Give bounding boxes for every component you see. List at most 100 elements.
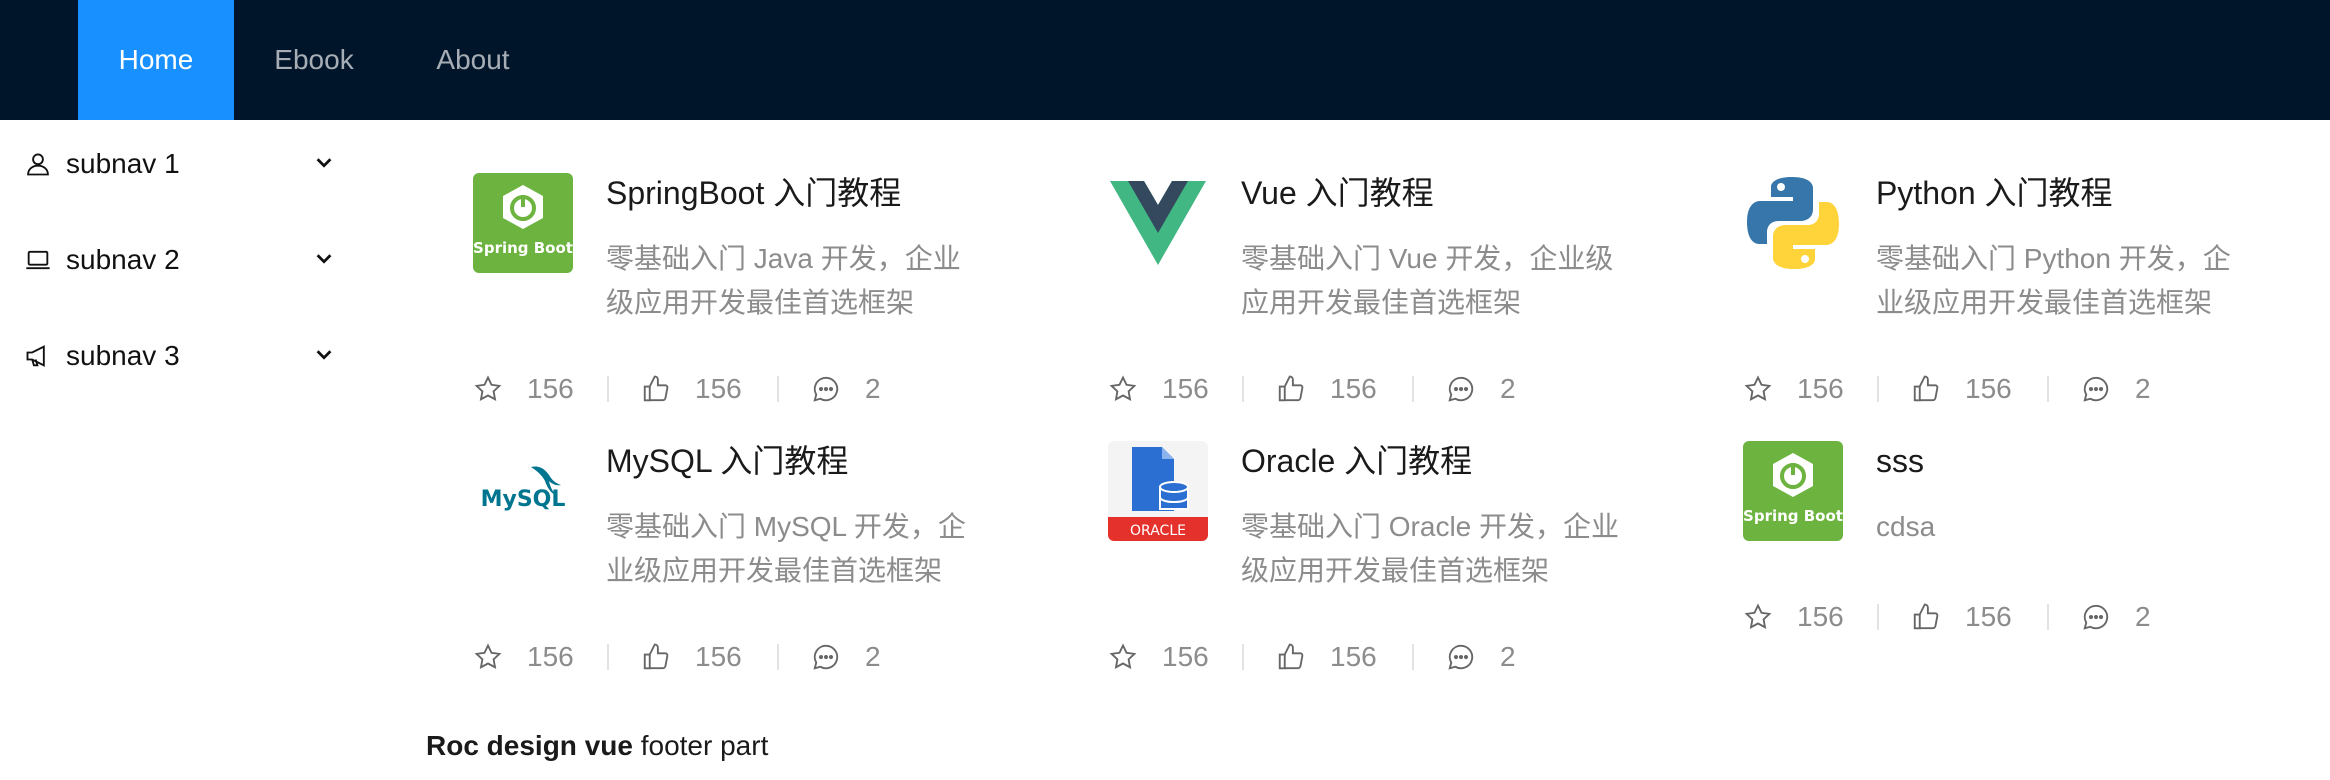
comment-count: 2 [865,373,881,404]
ebook-description: 零基础入门 Vue 开发，企业级应用开发最佳首选框架 [1241,243,1614,318]
svg-text:Spring Boot: Spring Boot [473,239,573,257]
star-icon [474,643,502,669]
springboot-logo: Spring Boot [473,173,573,273]
ebook-actions: 156 156 2 [1108,637,1516,677]
star-action[interactable]: 156 [1743,597,1877,637]
like-count: 156 [1965,373,2012,404]
ebook-list-item[interactable]: Spring Boot SpringBoot 入门教程 零基础入门 Java 开… [473,173,1093,423]
ebook-title[interactable]: MySQL 入门教程 [606,441,848,481]
footer-brand: Roc design vue [426,730,633,761]
star-count: 156 [1797,373,1844,404]
comment-action[interactable]: 2 [2049,369,2151,409]
comment-action[interactable]: 2 [1414,637,1516,677]
star-action[interactable]: 156 [473,369,607,409]
star-icon [1744,603,1772,629]
comment-count: 2 [2135,373,2151,404]
ebook-list-item[interactable]: MySQL MySQL 入门教程 零基础入门 MySQL 开发，企业级应用开发最… [473,441,1093,691]
sidebar-subnav-3[interactable]: subnav 3 [24,328,354,384]
sidebar-subnav-label: subnav 3 [66,340,180,371]
star-action[interactable]: 156 [1108,369,1242,409]
sidebar-subnav-label: subnav 1 [66,148,180,179]
star-icon [1109,643,1137,669]
like-count: 156 [1330,641,1377,672]
like-action[interactable]: 156 [609,637,777,677]
footer: Roc design vue footer part [426,730,768,762]
like-count: 156 [695,373,742,404]
chevron-down-icon [310,340,338,368]
star-icon [474,375,502,401]
message-icon [2083,376,2109,402]
star-count: 156 [1797,601,1844,632]
ebook-description: 零基础入门 Oracle 开发，企业级应用开发最佳首选框架 [1241,511,1620,586]
notification-icon [24,340,56,372]
star-count: 156 [527,641,574,672]
python-logo [1743,173,1843,273]
like-icon [1913,375,1939,402]
chevron-down-icon [310,244,338,272]
user-icon [24,148,56,180]
like-icon [1278,375,1304,402]
star-icon [1744,375,1772,401]
star-count: 156 [527,373,574,404]
comment-action[interactable]: 2 [2049,597,2151,637]
ebook-title[interactable]: Vue 入门教程 [1241,173,1434,213]
star-icon [1109,375,1137,401]
ebook-list-item[interactable]: Spring Boot sss cdsa 156 156 2 [1743,441,2330,651]
sidebar-subnav-label: subnav 2 [66,244,180,275]
like-count: 156 [695,641,742,672]
comment-count: 2 [1500,373,1516,404]
ebook-list-item[interactable]: ORACLE Oracle 入门教程 零基础入门 Oracle 开发，企业级应用… [1108,441,1728,691]
comment-count: 2 [2135,601,2151,632]
comment-action[interactable]: 2 [779,369,881,409]
svg-text:Spring Boot: Spring Boot [1743,507,1843,525]
mysql-logo: MySQL [473,441,573,541]
ebook-title[interactable]: sss [1876,441,1924,481]
sidebar-subnav-1[interactable]: subnav 1 [24,136,354,192]
ebook-actions: 156 156 2 [1743,597,2151,637]
ebook-actions: 156 156 2 [1108,369,1516,409]
footer-text: footer part [632,730,769,761]
sidebar: subnav 1 subnav 2 subnav 3 [0,120,370,780]
ebook-description: 零基础入门 Python 开发，企业级应用开发最佳首选框架 [1876,243,2231,318]
star-action[interactable]: 156 [1108,637,1242,677]
like-action[interactable]: 156 [1244,637,1412,677]
like-action[interactable]: 156 [1244,369,1412,409]
comment-count: 2 [865,641,881,672]
like-icon [643,643,669,670]
ebook-title[interactable]: SpringBoot 入门教程 [606,173,901,213]
star-count: 156 [1162,373,1209,404]
like-action[interactable]: 156 [1879,597,2047,637]
ebook-list-item[interactable]: Vue 入门教程 零基础入门 Vue 开发，企业级应用开发最佳首选框架 156 … [1108,173,1728,423]
sidebar-subnav-2[interactable]: subnav 2 [24,232,354,288]
like-icon [1913,603,1939,630]
star-count: 156 [1162,641,1209,672]
svg-text:MySQL: MySQL [481,487,566,512]
star-action[interactable]: 156 [473,637,607,677]
comment-action[interactable]: 2 [1414,369,1516,409]
message-icon [2083,604,2109,630]
like-icon [643,375,669,402]
nav-item-ebook[interactable]: Ebook [234,0,394,120]
message-icon [813,376,839,402]
comment-action[interactable]: 2 [779,637,881,677]
ebook-actions: 156 156 2 [1743,369,2151,409]
svg-text:ORACLE: ORACLE [1130,523,1186,539]
ebook-title[interactable]: Python 入门教程 [1876,173,2113,213]
chevron-down-icon [310,148,338,176]
nav-item-home[interactable]: Home [78,0,234,120]
like-action[interactable]: 156 [609,369,777,409]
star-action[interactable]: 156 [1743,369,1877,409]
nav-item-about[interactable]: About [394,0,552,120]
ebook-description: cdsa [1876,511,1936,542]
message-icon [1448,376,1474,402]
like-action[interactable]: 156 [1879,369,2047,409]
ebook-list-item[interactable]: Python 入门教程 零基础入门 Python 开发，企业级应用开发最佳首选框… [1743,173,2330,423]
ebook-title[interactable]: Oracle 入门教程 [1241,441,1472,481]
like-count: 156 [1330,373,1377,404]
like-icon [1278,643,1304,670]
springboot-logo: Spring Boot [1743,441,1843,541]
oracle-logo: ORACLE [1108,441,1208,541]
ebook-description: 零基础入门 Java 开发，企业级应用开发最佳首选框架 [606,243,961,318]
vue-logo [1108,173,1208,273]
ebook-actions: 156 156 2 [473,369,881,409]
